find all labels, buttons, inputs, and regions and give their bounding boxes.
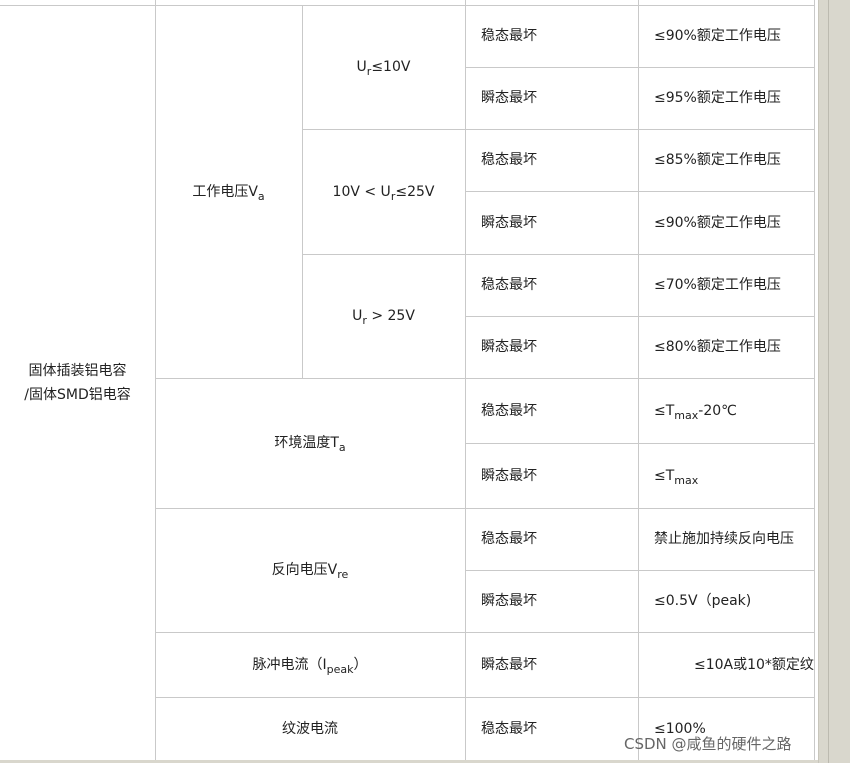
condition-cell: 瞬态最坏 bbox=[481, 467, 537, 484]
condition-cell: 瞬态最坏 bbox=[481, 214, 537, 231]
requirement-cell: ≤90%额定工作电压 bbox=[654, 28, 781, 44]
requirement-cell: ≤85%额定工作电压 bbox=[654, 152, 781, 168]
condition-cell: 稳态最坏 bbox=[481, 152, 537, 168]
category-line-2: /固体SMD铝电容 bbox=[24, 386, 131, 403]
requirement-cell: ≤95%额定工作电压 bbox=[654, 90, 781, 106]
requirement-cell: ≤70%额定工作电压 bbox=[654, 277, 781, 293]
requirement-cell: ≤Tmax-20℃ bbox=[654, 402, 737, 422]
category-line-1: 固体插装铝电容 bbox=[28, 362, 127, 379]
condition-cell: 稳态最坏 bbox=[481, 28, 537, 44]
condition-cell: 瞬态最坏 bbox=[481, 593, 537, 609]
requirement-cell: ≤Tmax bbox=[654, 467, 699, 487]
document-pane: 固体插装铝电容 /固体SMD铝电容 工作电压Va 环境温度Ta 反向电压Vre … bbox=[0, 0, 818, 763]
condition-cell: 瞬态最坏 bbox=[481, 656, 537, 673]
condition-cell: 稳态最坏 bbox=[481, 402, 537, 419]
requirement-cell: ≤90%额定工作电压 bbox=[654, 214, 781, 231]
param-reverse-voltage: 反向电压Vre bbox=[271, 562, 349, 581]
voltage-range-cell: Ur > 25V bbox=[352, 308, 415, 327]
param-ripple-current: 纹波电流 bbox=[282, 720, 338, 737]
vertical-scrollbar[interactable] bbox=[818, 0, 850, 763]
param-ambient-temperature: 环境温度Ta bbox=[274, 435, 346, 454]
condition-cell: 稳态最坏 bbox=[481, 720, 537, 737]
condition-cell: 稳态最坏 bbox=[481, 531, 537, 547]
param-working-voltage: 工作电压Va bbox=[192, 183, 265, 203]
grid-line bbox=[814, 0, 815, 760]
condition-cell: 瞬态最坏 bbox=[481, 90, 537, 106]
scrollbar-edge bbox=[828, 0, 829, 763]
category-cell: 固体插装铝电容 /固体SMD铝电容 bbox=[0, 5, 155, 760]
condition-cell: 瞬态最坏 bbox=[481, 339, 537, 355]
voltage-range-cell: 10V < Ur≤25V bbox=[332, 183, 435, 203]
watermark: CSDN @咸鱼的硬件之路 bbox=[624, 735, 792, 753]
requirement-cell: 禁止施加持续反向电压 bbox=[654, 531, 794, 547]
condition-cell: 稳态最坏 bbox=[481, 277, 537, 293]
voltage-range-cell: Ur≤10V bbox=[356, 59, 411, 78]
requirement-cell: ≤80%额定工作电压 bbox=[654, 339, 781, 355]
requirement-cell: ≤0.5V（peak) bbox=[654, 593, 752, 609]
param-pulse-current: 脉冲电流（Ipeak） bbox=[252, 656, 368, 676]
requirement-cell: ≤10A或10*额定纹波 bbox=[694, 656, 814, 673]
